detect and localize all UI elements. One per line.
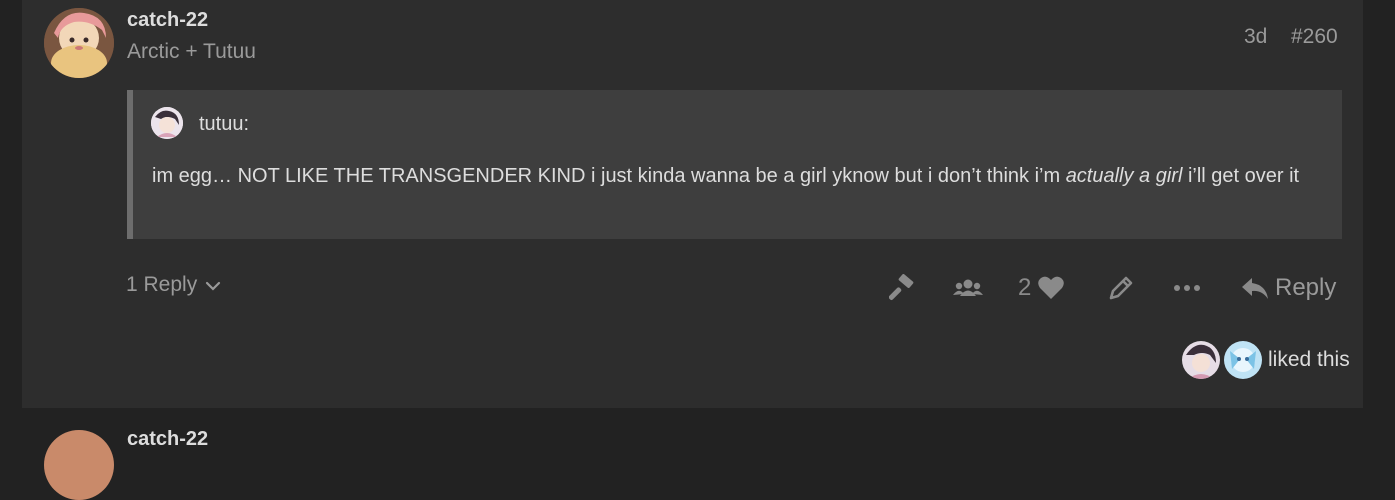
like-count: 2 (1018, 274, 1032, 301)
pencil-icon (1107, 274, 1135, 302)
next-post-author-username[interactable]: catch-22 (127, 428, 208, 451)
replies-label: 1 Reply (126, 273, 198, 296)
post-date[interactable]: 3d (1244, 25, 1267, 49)
post-author-avatar[interactable] (44, 8, 114, 78)
quote-text-end: i’ll get over it (1182, 165, 1300, 187)
quote-text: im egg… NOT LIKE THE TRANSGENDER KIND i … (152, 160, 1332, 193)
who-liked-button[interactable] (953, 270, 983, 306)
post-author-title: Arctic + Tutuu (127, 40, 256, 63)
next-post-author-avatar[interactable] (44, 430, 114, 500)
forum-post: catch-22 Arctic + Tutuu 3d #260 tutuu: i… (22, 0, 1363, 408)
quote-text-start: im egg… NOT LIKE THE TRANSGENDER KIND i … (152, 165, 1066, 187)
reply-arrow-icon (1241, 276, 1269, 300)
users-icon (953, 276, 983, 300)
admin-wrench-button[interactable] (889, 270, 917, 306)
edit-button[interactable] (1107, 270, 1135, 306)
liker-avatar[interactable] (1224, 341, 1262, 379)
quote-text-emphasis: actually a girl (1065, 165, 1183, 187)
quote-author-name[interactable]: tutuu: (199, 113, 249, 136)
liked-this-label: liked this (1268, 348, 1350, 371)
quote-block: tutuu: im egg… NOT LIKE THE TRANSGENDER … (127, 90, 1342, 239)
post-author-username[interactable]: catch-22 (127, 9, 208, 32)
more-options-button[interactable] (1173, 270, 1201, 306)
reply-button-label: Reply (1275, 274, 1337, 301)
quote-author-avatar[interactable] (151, 107, 183, 139)
post-number[interactable]: #260 (1291, 25, 1338, 49)
chevron-down-icon (205, 273, 221, 297)
liked-by-row: liked this (1182, 340, 1350, 380)
liker-avatar[interactable] (1182, 341, 1220, 379)
ellipsis-icon (1173, 283, 1201, 293)
like-button[interactable]: 2 (1018, 270, 1065, 306)
show-replies-button[interactable]: 1 Reply (126, 273, 221, 297)
heart-icon (1037, 275, 1065, 301)
hammer-icon (889, 274, 917, 302)
reply-button[interactable]: Reply (1241, 270, 1336, 306)
